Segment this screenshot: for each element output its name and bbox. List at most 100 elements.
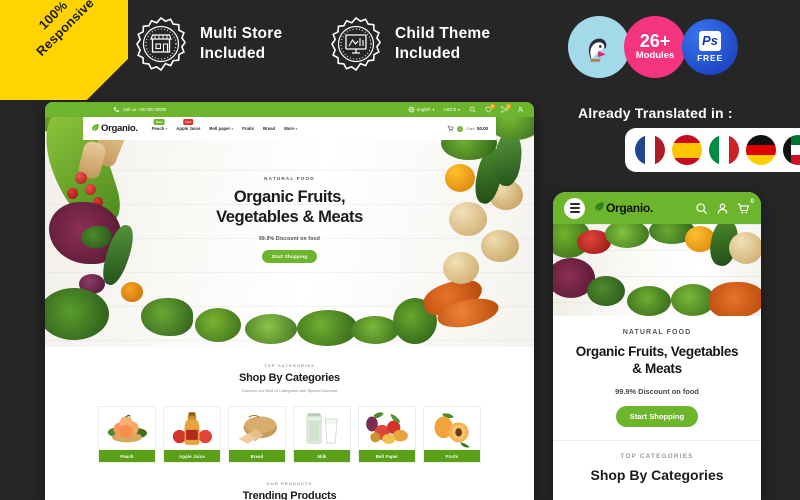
trending-title: Trending Products	[242, 490, 337, 500]
user-icon[interactable]	[517, 106, 524, 113]
milk-glass-image	[294, 407, 350, 450]
leaf-icon	[91, 123, 100, 135]
category-label: Bell Paper	[359, 450, 415, 462]
categories-kicker: TOP CATEGORIES	[264, 363, 315, 368]
child-theme-badge-icon	[328, 16, 384, 72]
site-logo-text: Organio.	[101, 123, 138, 134]
responsive-ribbon: 100% Responsive	[0, 0, 128, 100]
photoshop-free-badge: Ps FREE	[682, 19, 738, 75]
hero-kicker: NATURAL FOOD	[264, 176, 315, 181]
category-card-peach[interactable]: Peach	[98, 406, 156, 463]
currency-selector[interactable]: USD $ ▾	[444, 107, 460, 112]
chevron-down-icon: ▾	[165, 127, 168, 131]
topbar-actions: English ▾ USD $ ▾ 0 0	[408, 104, 524, 113]
hamburger-icon[interactable]	[564, 197, 585, 219]
mobile-header-actions: 0	[695, 199, 754, 215]
apple-juice-bottle-image	[164, 407, 220, 450]
language-label: English	[416, 107, 431, 112]
flag-france-icon	[635, 135, 665, 165]
categories-grid: Peach Apple Juice Bread Milk Bell Paper …	[45, 406, 534, 463]
ps-free-label: FREE	[697, 53, 723, 63]
cart-icon[interactable]	[447, 125, 455, 132]
trending-section: OUR PRODUCTS Trending Products	[45, 481, 534, 500]
modules-count-badge: 26+ Modules	[624, 16, 686, 78]
menu-label: Apple Juice	[176, 126, 201, 131]
vegetables-image	[359, 407, 415, 450]
feature-line-1: Child Theme	[395, 25, 491, 42]
chevron-down-icon: ▾	[432, 107, 435, 112]
menu-item-more[interactable]: More ▾	[284, 126, 297, 131]
produce-potato	[729, 232, 761, 264]
category-label: Fruits	[424, 450, 480, 462]
prestashop-bird-icon	[568, 16, 630, 78]
menu-item-apple-juice[interactable]: Hot Apple Juice	[176, 119, 201, 131]
leaf-icon	[594, 201, 605, 215]
produce-orange-tomato	[121, 282, 143, 302]
chevron-down-icon: ▾	[457, 107, 460, 112]
hero-title-line-1: Organic Fruits,	[233, 188, 346, 206]
start-shopping-button[interactable]: Start Shopping	[261, 250, 318, 263]
language-selector[interactable]: English ▾	[408, 106, 435, 113]
wishlist-icon[interactable]: 0	[485, 104, 495, 113]
feature-multi-store: Multi Store Included	[133, 16, 282, 72]
site-logo[interactable]: Organio.	[91, 123, 138, 135]
produce-greens	[195, 308, 241, 342]
promo-banner: 100% Responsive Multi Store Included Chi…	[0, 0, 800, 500]
main-menu: New Peach ▾ Hot Apple Juice Bell paper ▾…	[152, 119, 297, 131]
bread-loaf-image	[229, 407, 285, 450]
flag-spain-icon	[672, 135, 702, 165]
menu-badge-hot: Hot	[183, 119, 194, 125]
cart-count: 0	[457, 125, 464, 132]
translated-title: Already Translated in :	[578, 105, 733, 121]
menu-item-fruits[interactable]: Fruits	[242, 126, 254, 131]
menu-item-peach[interactable]: New Peach ▾	[152, 119, 168, 131]
produce-greens	[351, 316, 399, 344]
mobile-cart-count: 0	[750, 198, 754, 205]
produce-herbs	[141, 298, 193, 336]
feature-child-theme: Child Theme Included	[328, 16, 490, 72]
mobile-logo-text: Organio.	[606, 201, 653, 215]
mobile-hero-subtitle: 99.9% Discount on food	[615, 387, 699, 396]
user-icon[interactable]	[716, 202, 729, 215]
compare-icon[interactable]: 0	[501, 104, 511, 113]
mobile-hero-title-line-1: Organic Fruits, Vegetables	[575, 344, 739, 359]
chevron-down-icon: ▾	[231, 127, 234, 131]
cart-widget[interactable]: 0 Cart $0.00	[447, 125, 488, 132]
hero-title: Organic Fruits, Vegetables & Meats	[45, 187, 534, 227]
menu-label: Fruits	[242, 126, 254, 131]
mobile-categories-title: Shop By Categories	[590, 467, 724, 483]
cart-icon[interactable]: 0	[737, 199, 754, 215]
mobile-site-logo[interactable]: Organio.	[594, 201, 653, 215]
mobile-start-shopping-button[interactable]: Start Shopping	[615, 406, 699, 427]
flag-strip	[625, 128, 800, 172]
category-card-fruits[interactable]: Fruits	[423, 406, 481, 463]
feature-child-theme-label: Child Theme Included	[395, 24, 490, 64]
desktop-navbar: Organio. New Peach ▾ Hot Apple Juice Bel…	[83, 117, 496, 140]
mobile-hero-kicker: NATURAL FOOD	[622, 329, 692, 336]
topbar-contact: Call us: +00 000 00000	[113, 106, 166, 113]
menu-item-bell-paper[interactable]: Bell paper ▾	[209, 126, 233, 131]
cart-total: $0.00	[477, 126, 488, 131]
search-icon[interactable]	[469, 106, 476, 113]
menu-item-bread[interactable]: Bread	[263, 126, 275, 131]
currency-label: USD $	[443, 107, 456, 112]
mobile-hero-text: NATURAL FOOD Organic Fruits, Vegetables …	[553, 316, 761, 427]
category-card-milk[interactable]: Milk	[293, 406, 351, 463]
mobile-categories-section: TOP CATEGORIES Shop By Categories	[553, 441, 761, 483]
photoshop-icon: Ps	[699, 31, 721, 51]
wishlist-count: 0	[490, 104, 495, 109]
desktop-mockup: NATURAL FOOD Organic Fruits, Vegetables …	[45, 102, 534, 500]
badge-group: 26+ Modules Ps FREE	[568, 16, 738, 78]
compare-count: 0	[506, 104, 511, 109]
categories-description: Discover our Best of Categories with Spe…	[241, 388, 338, 393]
category-card-apple-juice[interactable]: Apple Juice	[163, 406, 221, 463]
feature-line-2: Included	[200, 45, 266, 62]
modules-label: Modules	[635, 49, 675, 61]
produce-carrot	[709, 282, 761, 316]
search-icon[interactable]	[695, 202, 708, 215]
cart-label: Cart	[466, 126, 474, 131]
modules-count: 26+	[639, 30, 671, 51]
categories-title: Shop By Categories	[239, 372, 340, 384]
category-card-bell-paper[interactable]: Bell Paper	[358, 406, 416, 463]
category-card-bread[interactable]: Bread	[228, 406, 286, 463]
